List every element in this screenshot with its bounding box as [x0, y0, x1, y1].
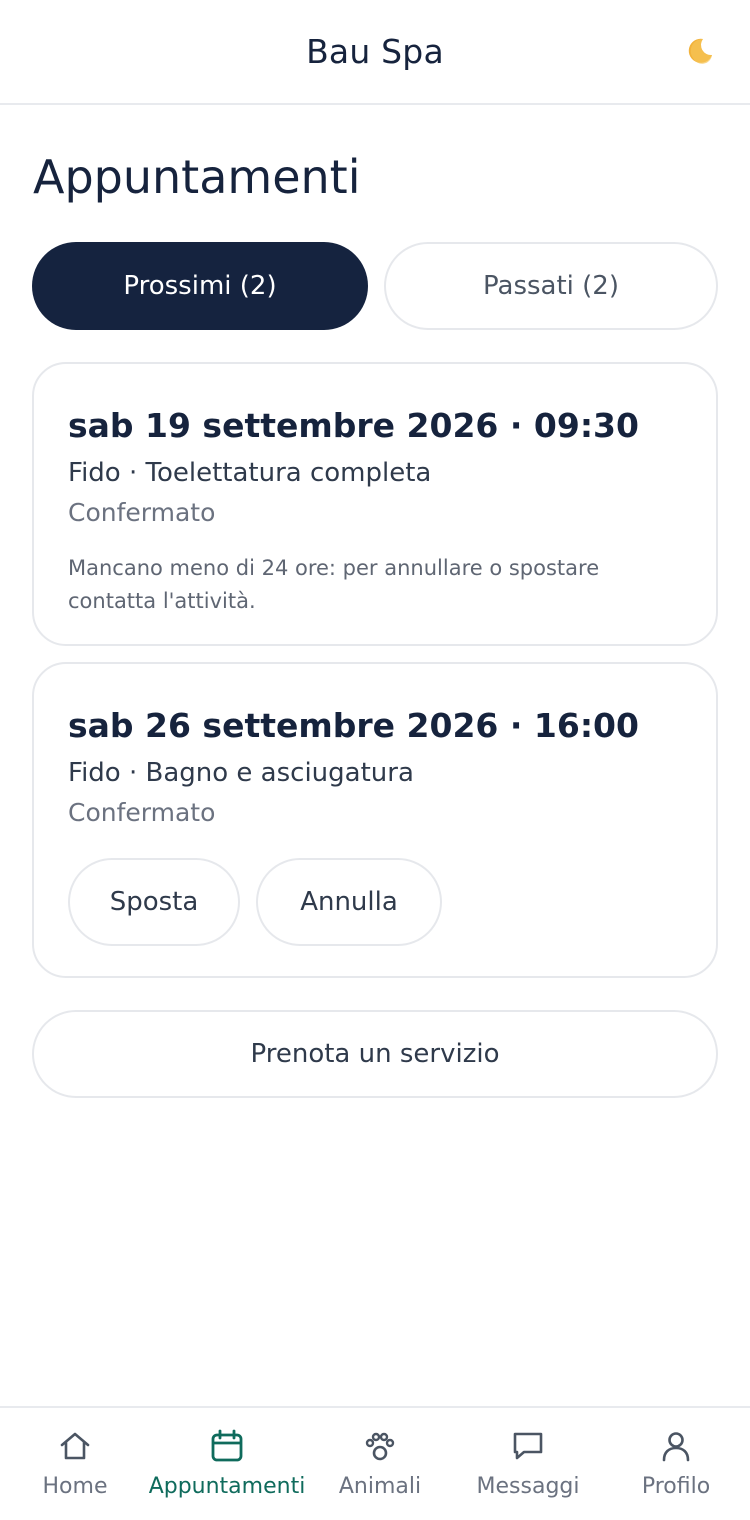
appointment-card: sab 19 settembre 2026 · 09:30 Fido · Toe… — [32, 362, 718, 646]
nav-label-messages: Messaggi — [476, 1474, 580, 1499]
user-icon — [662, 1432, 690, 1462]
app-title: Bau Spa — [306, 32, 444, 71]
top-bar: Bau Spa — [0, 0, 750, 105]
nav-item-pets[interactable]: Animali — [305, 1408, 455, 1520]
nav-label-profile: Profilo — [641, 1474, 711, 1499]
nav-item-profile[interactable]: Profilo — [601, 1408, 750, 1520]
nav-item-home[interactable]: Home — [0, 1408, 150, 1520]
theme-toggle-button[interactable] — [684, 36, 714, 66]
appointment-service: Fido · Bagno e asciugatura — [68, 758, 414, 788]
paw-icon — [365, 1432, 395, 1461]
nav-label-pets: Animali — [338, 1474, 422, 1499]
tab-upcoming-label: Prossimi (2) — [123, 271, 277, 301]
appointment-note: Mancano meno di 24 ore: per annullare o … — [68, 556, 600, 613]
cancel-button[interactable]: Annulla — [256, 858, 442, 946]
appointment-date: sab 19 settembre 2026 · 09:30 — [68, 406, 639, 445]
appointment-card: sab 26 settembre 2026 · 16:00 Fido · Bag… — [32, 662, 718, 978]
appointment-status: Confermato — [68, 798, 216, 827]
reschedule-button-label: Sposta — [109, 887, 199, 917]
bottom-navigation: Home Appuntamenti Animali Messaggi Profi… — [0, 1406, 750, 1520]
tab-upcoming[interactable]: Prossimi (2) — [32, 242, 368, 330]
cancel-button-label: Annulla — [300, 887, 398, 917]
calendar-icon — [211, 1429, 243, 1462]
nav-label-home: Home — [42, 1474, 108, 1499]
book-service-button-label: Prenota un servizio — [250, 1039, 500, 1069]
nav-item-messages[interactable]: Messaggi — [453, 1408, 603, 1520]
app-root: Bau Spa Appuntamenti Prossimi (2) Passat… — [0, 0, 750, 1520]
appointment-service: Fido · Toelettatura completa — [68, 458, 432, 488]
nav-item-appointments[interactable]: Appuntamenti — [149, 1408, 305, 1520]
nav-label-appointments: Appuntamenti — [148, 1474, 306, 1499]
moon-icon — [688, 38, 712, 64]
chat-icon — [513, 1432, 543, 1460]
book-service-button[interactable]: Prenota un servizio — [32, 1010, 718, 1098]
reschedule-button[interactable]: Sposta — [68, 858, 240, 946]
page-title: Appuntamenti — [33, 150, 361, 204]
appointment-status: Confermato — [68, 498, 216, 527]
appointment-date: sab 26 settembre 2026 · 16:00 — [68, 706, 639, 745]
home-icon — [60, 1432, 90, 1460]
tab-past-label: Passati (2) — [483, 271, 619, 301]
tab-past[interactable]: Passati (2) — [384, 242, 718, 330]
